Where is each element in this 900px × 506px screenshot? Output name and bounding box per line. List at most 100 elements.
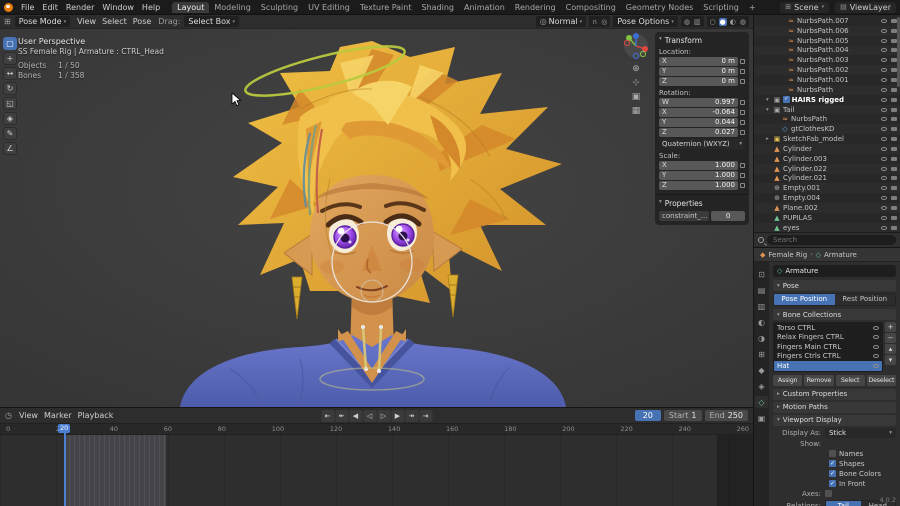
rotate-tool[interactable]: ↻ xyxy=(3,82,17,95)
render-toggle-icon[interactable] xyxy=(891,127,897,132)
scale-field[interactable]: Y 1.000 xyxy=(659,171,738,180)
hide-toggle-icon[interactable] xyxy=(881,196,887,201)
display-as-dropdown[interactable]: Stick ▾ xyxy=(825,427,896,438)
outliner-item[interactable]: ▲ Cylinder.021 xyxy=(754,174,900,184)
workspace-tab[interactable]: Geometry Nodes xyxy=(621,2,698,13)
navigation-gizmo[interactable] xyxy=(623,33,649,59)
hide-toggle-icon[interactable] xyxy=(881,48,887,53)
end-frame-field[interactable]: End 250 xyxy=(704,410,748,421)
hide-toggle-icon[interactable] xyxy=(881,166,887,171)
checkbox-icon[interactable] xyxy=(829,480,836,487)
outliner-item[interactable]: ◇ gtClothesKD xyxy=(754,124,900,135)
proportional-edit-icon[interactable]: ◎ xyxy=(600,18,608,26)
lock-icon[interactable] xyxy=(740,120,745,125)
render-toggle-icon[interactable] xyxy=(891,215,897,220)
visibility-toggle-icon[interactable] xyxy=(873,344,879,349)
render-toggle-icon[interactable] xyxy=(891,205,897,210)
snap-magnet-icon[interactable]: ∩ xyxy=(591,18,598,26)
menu-item[interactable]: Window xyxy=(98,3,138,12)
scene-tab[interactable]: ◑ xyxy=(755,332,768,344)
location-field[interactable]: Y 0 m xyxy=(659,67,738,76)
render-toggle-icon[interactable] xyxy=(891,137,897,142)
hide-toggle-icon[interactable] xyxy=(881,156,887,161)
visibility-toggle-icon[interactable] xyxy=(873,335,879,340)
viewlayer-tab[interactable]: ◐ xyxy=(755,316,768,328)
render-toggle-icon[interactable] xyxy=(891,97,897,102)
hide-toggle-icon[interactable] xyxy=(881,146,887,151)
checkbox-badge[interactable]: ✓ xyxy=(783,96,790,104)
location-field[interactable]: X 0 m xyxy=(659,57,738,66)
cursor-tool[interactable]: + xyxy=(3,52,17,65)
playhead[interactable] xyxy=(64,424,66,506)
editor-type-icon[interactable]: ⊞ xyxy=(4,17,11,26)
xray-icon[interactable]: ▥ xyxy=(693,18,702,26)
material-shading-icon[interactable]: ◐ xyxy=(729,18,737,26)
visibility-toggle-icon[interactable] xyxy=(873,363,879,368)
menu-item[interactable]: Help xyxy=(138,3,164,12)
armature-name-field[interactable]: ◇ Armature xyxy=(773,265,896,277)
render-toggle-icon[interactable] xyxy=(891,156,897,161)
hide-toggle-icon[interactable] xyxy=(881,176,887,181)
expand-arrow-icon[interactable]: ▾ xyxy=(766,97,771,103)
timeline-ruler[interactable]: 0 20 40 60 80 100 120 140 160 180 200 220 240 260 xyxy=(0,424,753,435)
bone-collection-row[interactable]: Torso CTRL xyxy=(774,323,882,333)
viewport-menu-item[interactable]: Select xyxy=(99,17,130,26)
workspace-tab[interactable]: + xyxy=(744,2,761,13)
outliner-item[interactable]: ≈ NurbsPath.005 xyxy=(754,36,900,46)
list-op-button[interactable]: ▾ xyxy=(885,355,896,365)
show-checkbox-row[interactable]: In Front xyxy=(829,480,896,488)
viewlayer-selector[interactable]: ▤ ViewLayer xyxy=(835,1,896,13)
breadcrumb-data[interactable]: Armature xyxy=(824,251,857,259)
viewport-display-header[interactable]: ▾ Viewport Display xyxy=(773,414,896,426)
active-tool-dropdown[interactable]: Select Box ▾ xyxy=(184,16,240,27)
properties-subpanel-header[interactable]: ▾ Properties xyxy=(659,199,745,208)
scale-field[interactable]: Z 1.000 xyxy=(659,181,738,190)
render-toggle-icon[interactable] xyxy=(891,166,897,171)
pose-panel-header[interactable]: ▾ Pose xyxy=(773,280,896,291)
checkbox-icon[interactable] xyxy=(825,490,832,497)
tool-tab[interactable]: ⊡ xyxy=(755,268,768,280)
render-toggle-icon[interactable] xyxy=(891,146,897,151)
rotation-field[interactable]: X -0.064 xyxy=(659,108,738,117)
select-box-tool[interactable]: ▢ xyxy=(3,37,17,50)
bone-collection-row[interactable]: Fingers Ctrls CTRL xyxy=(774,352,882,362)
lock-icon[interactable] xyxy=(740,163,745,168)
solid-shading-icon[interactable]: ● xyxy=(718,17,727,26)
rotation-field[interactable]: W 0.997 xyxy=(659,98,738,107)
render-toggle-icon[interactable] xyxy=(891,225,897,230)
lock-icon[interactable] xyxy=(740,183,745,188)
outliner-item[interactable]: ≈ NurbsPath xyxy=(754,114,900,124)
lock-icon[interactable] xyxy=(740,79,745,84)
jump-end-button[interactable]: ⇥ xyxy=(419,409,432,422)
viewport-menu-item[interactable]: View xyxy=(74,17,99,26)
lock-icon[interactable] xyxy=(740,130,745,135)
render-toggle-icon[interactable] xyxy=(891,107,897,112)
bone-collections-header[interactable]: ▾ Bone Collections xyxy=(773,309,896,320)
hide-toggle-icon[interactable] xyxy=(881,87,887,92)
rendered-shading-icon[interactable]: ◍ xyxy=(739,18,747,26)
list-op-button[interactable]: + xyxy=(885,322,896,332)
menu-item[interactable]: Edit xyxy=(38,3,62,12)
render-toggle-icon[interactable] xyxy=(891,196,897,201)
workspace-tab[interactable]: Modeling xyxy=(209,2,255,13)
workspace-tab[interactable]: UV Editing xyxy=(303,2,355,13)
render-toggle-icon[interactable] xyxy=(891,176,897,181)
hide-toggle-icon[interactable] xyxy=(881,137,887,142)
outliner-item[interactable]: ▲ Cylinder.003 xyxy=(754,154,900,164)
mode-dropdown[interactable]: Pose Mode ▾ xyxy=(14,16,71,27)
action-button[interactable]: Deselect xyxy=(866,374,896,386)
outliner-item[interactable]: ▲ PUPILAS xyxy=(754,213,900,223)
lock-icon[interactable] xyxy=(740,110,745,115)
next-frame-button[interactable]: ▶ xyxy=(391,409,404,422)
workspace-tab[interactable]: Animation xyxy=(459,2,510,13)
overlays-icon[interactable]: ◍ xyxy=(683,18,691,26)
bone-collection-row[interactable]: Hat xyxy=(774,361,882,371)
annotate-tool[interactable]: ✎ xyxy=(3,127,17,140)
workspace-tab[interactable]: Shading xyxy=(416,2,459,13)
action-button[interactable]: Remove xyxy=(804,374,834,386)
render-toggle-icon[interactable] xyxy=(891,87,897,92)
outliner-item[interactable]: ▲ Plane.002 xyxy=(754,203,900,213)
action-button[interactable]: Select xyxy=(835,374,865,386)
collapsed-panel-header[interactable]: ▸ Custom Properties xyxy=(773,388,896,400)
list-op-button[interactable]: ▴ xyxy=(885,344,896,354)
